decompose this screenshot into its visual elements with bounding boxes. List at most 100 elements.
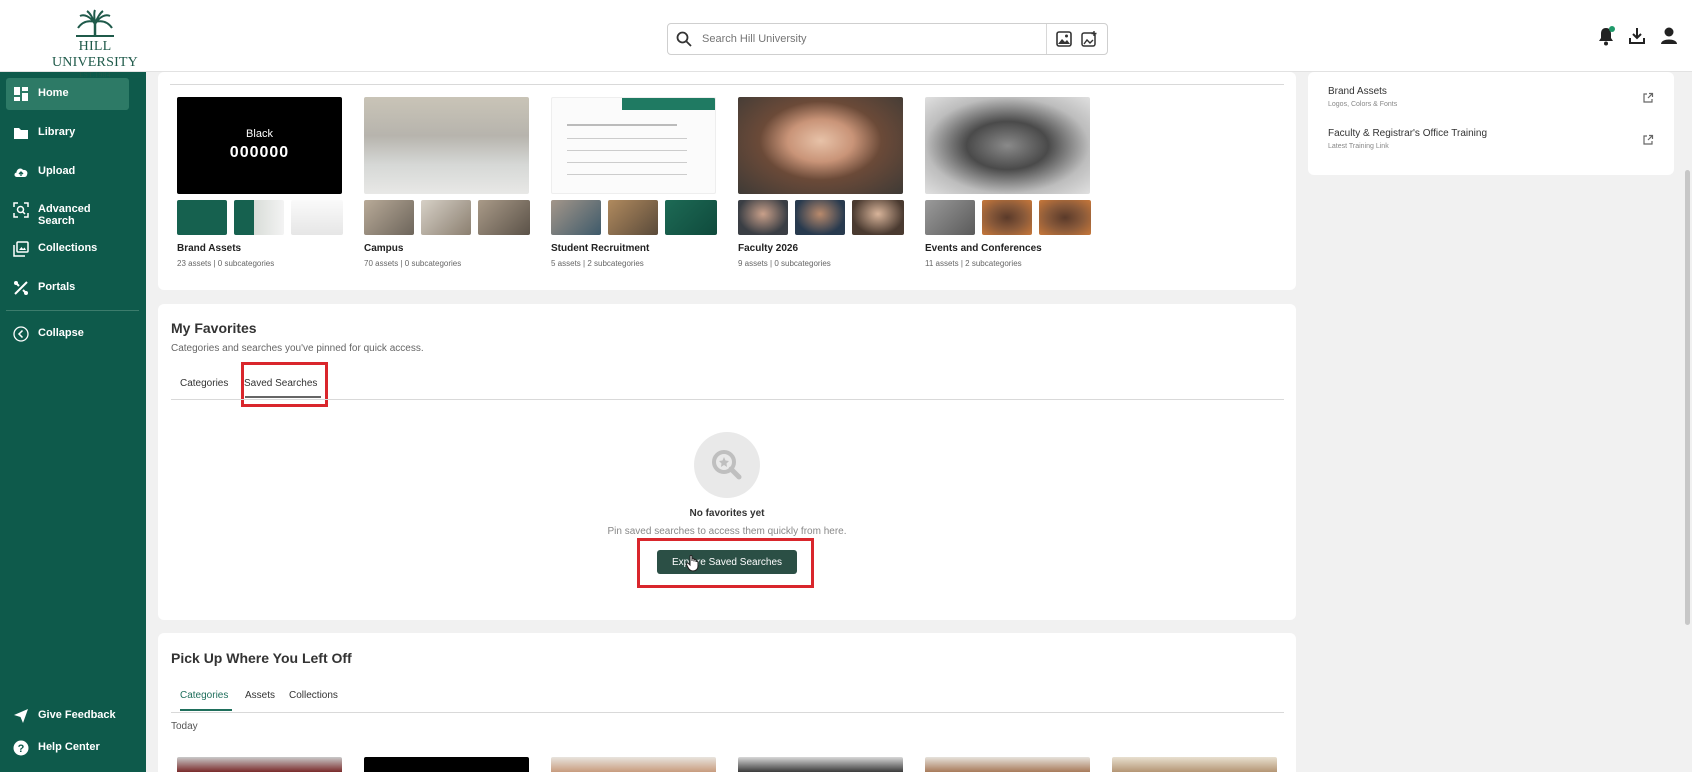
search-input[interactable]: [702, 29, 1042, 49]
category-meta: 5 assets | 2 subcategories: [551, 259, 644, 268]
chevron-left-circle-icon: [13, 326, 29, 342]
thumbnail: [421, 200, 471, 235]
sidebar-item-library[interactable]: Library: [6, 117, 129, 149]
group-label-today: Today: [171, 721, 198, 732]
favorites-title: My Favorites: [171, 320, 257, 336]
sidebar-collapse-button[interactable]: Collapse: [6, 318, 129, 350]
sidebar-item-home[interactable]: Home: [6, 78, 129, 110]
thumbnail: [291, 200, 343, 235]
category-card-campus[interactable]: Campus 70 assets | 0 subcategories: [364, 97, 530, 268]
sidebar-item-label: Library: [38, 126, 76, 138]
tab-divider: [171, 399, 1284, 400]
category-meta: 70 assets | 0 subcategories: [364, 259, 462, 268]
scan-search-icon: [13, 202, 29, 218]
empty-state-title: No favorites yet: [689, 508, 765, 519]
sidebar-item-label: Upload: [38, 165, 76, 177]
quick-link-title: Faculty & Registrar's Office Training: [1328, 128, 1488, 139]
thumbnail: [852, 200, 904, 235]
favorites-description: Categories and searches you've pinned fo…: [171, 343, 424, 354]
thumbnail: [234, 200, 284, 235]
category-title: Campus: [364, 243, 404, 254]
tab-underline: [170, 84, 1284, 85]
form-line: [567, 162, 687, 163]
sidebar-give-feedback[interactable]: Give Feedback: [6, 700, 129, 732]
empty-favorites-illustration: [694, 432, 760, 498]
cloud-upload-icon: [14, 168, 28, 177]
form-header-band: [622, 98, 715, 110]
search-favorite-icon: [712, 450, 742, 480]
sidebar-divider: [6, 310, 139, 311]
quick-link-subtitle: Latest Training Link: [1328, 143, 1389, 150]
quick-link-title: Brand Assets: [1328, 86, 1387, 97]
highlight-box-explore-button: [637, 538, 814, 588]
quick-link-subtitle: Logos, Colors & Fonts: [1328, 101, 1398, 108]
sidebar-help-center[interactable]: ? Help Center: [6, 732, 129, 764]
category-thumbnails: [364, 200, 530, 235]
thumbnail: [1039, 200, 1091, 235]
category-title: Events and Conferences: [925, 243, 1042, 254]
quick-link-brand-assets[interactable]: Brand Assets Logos, Colors & Fonts: [1328, 86, 1397, 108]
sidebar: Home Library Upload Advanced Search Coll…: [0, 72, 146, 772]
category-card-faculty-2026[interactable]: Faculty 2026 9 assets | 0 subcategories: [738, 97, 904, 268]
category-thumbnails: [925, 200, 1091, 235]
sidebar-item-label: Give Feedback: [38, 709, 116, 721]
logo-est: EST.1984: [79, 71, 111, 79]
sidebar-item-label: Portals: [38, 281, 76, 293]
active-tab-indicator: [180, 709, 232, 711]
tab-categories[interactable]: Categories: [180, 378, 228, 389]
swatch-name: Black: [246, 128, 273, 140]
page-scrollbar[interactable]: [1685, 170, 1690, 625]
tab-recent-categories[interactable]: Categories: [180, 690, 228, 701]
dashboard-icon: [14, 87, 28, 101]
hand-cursor-icon: [686, 554, 699, 572]
quick-link-faculty-training[interactable]: Faculty & Registrar's Office Training La…: [1328, 128, 1487, 150]
sidebar-item-collections[interactable]: Collections: [6, 233, 129, 265]
notification-bell-icon[interactable]: [1597, 26, 1615, 46]
thumbnail: [795, 200, 845, 235]
category-title: Brand Assets: [177, 243, 242, 254]
recent-title: Pick Up Where You Left Off: [171, 650, 352, 666]
send-icon: [14, 709, 28, 723]
top-bar: HILL UNIVERSITY EST.1984: [0, 0, 1692, 79]
form-line: [567, 124, 677, 126]
logo-name: HILL UNIVERSITY: [52, 39, 138, 70]
form-line: [567, 138, 687, 139]
image-search-icon[interactable]: [1055, 30, 1073, 48]
external-link-icon[interactable]: [1642, 92, 1654, 104]
recent-thumbnail[interactable]: [177, 757, 342, 772]
thumbnail: [665, 200, 717, 235]
thumbnail: [982, 200, 1032, 235]
hill-university-logo[interactable]: HILL UNIVERSITY EST.1984: [36, 8, 154, 79]
image-upload-icon[interactable]: [1080, 30, 1098, 48]
search-bar: [667, 23, 1108, 55]
external-link-icon[interactable]: [1642, 134, 1654, 146]
sidebar-item-label: Collapse: [38, 327, 84, 339]
category-thumbnails: [551, 200, 717, 235]
tab-recent-assets[interactable]: Assets: [245, 690, 275, 701]
form-line: [567, 150, 687, 151]
sidebar-item-portals[interactable]: Portals: [6, 272, 129, 304]
tab-recent-collections[interactable]: Collections: [289, 690, 338, 701]
category-meta: 9 assets | 0 subcategories: [738, 259, 831, 268]
category-title: Faculty 2026: [738, 243, 799, 254]
thumbnail: [364, 200, 414, 235]
category-card-events-and-conferences[interactable]: Events and Conferences 11 assets | 2 sub…: [925, 97, 1091, 268]
help-icon: ?: [13, 740, 29, 756]
category-card-student-recruitment[interactable]: Student Recruitment 5 assets | 2 subcate…: [551, 97, 717, 268]
category-cover-image: [364, 97, 529, 194]
recent-thumbnail[interactable]: [925, 757, 1090, 772]
sidebar-item-label: Collections: [38, 242, 98, 254]
recent-thumbnail[interactable]: [738, 757, 903, 772]
recent-thumbnail[interactable]: [1112, 757, 1277, 772]
recent-thumbnail[interactable]: [364, 757, 529, 772]
recent-thumbnail[interactable]: [551, 757, 716, 772]
category-title: Student Recruitment: [551, 243, 650, 254]
thumbnail: [738, 200, 788, 235]
sidebar-item-upload[interactable]: Upload: [6, 156, 129, 188]
sidebar-item-advanced-search[interactable]: Advanced Search: [6, 194, 129, 227]
download-icon[interactable]: [1628, 26, 1646, 46]
thumbnail: [478, 200, 530, 235]
category-card-brand-assets[interactable]: Black 000000 Brand Assets 23 assets | 0 …: [177, 97, 343, 268]
category-thumbnails: [738, 200, 904, 235]
user-account-icon[interactable]: [1660, 26, 1678, 46]
